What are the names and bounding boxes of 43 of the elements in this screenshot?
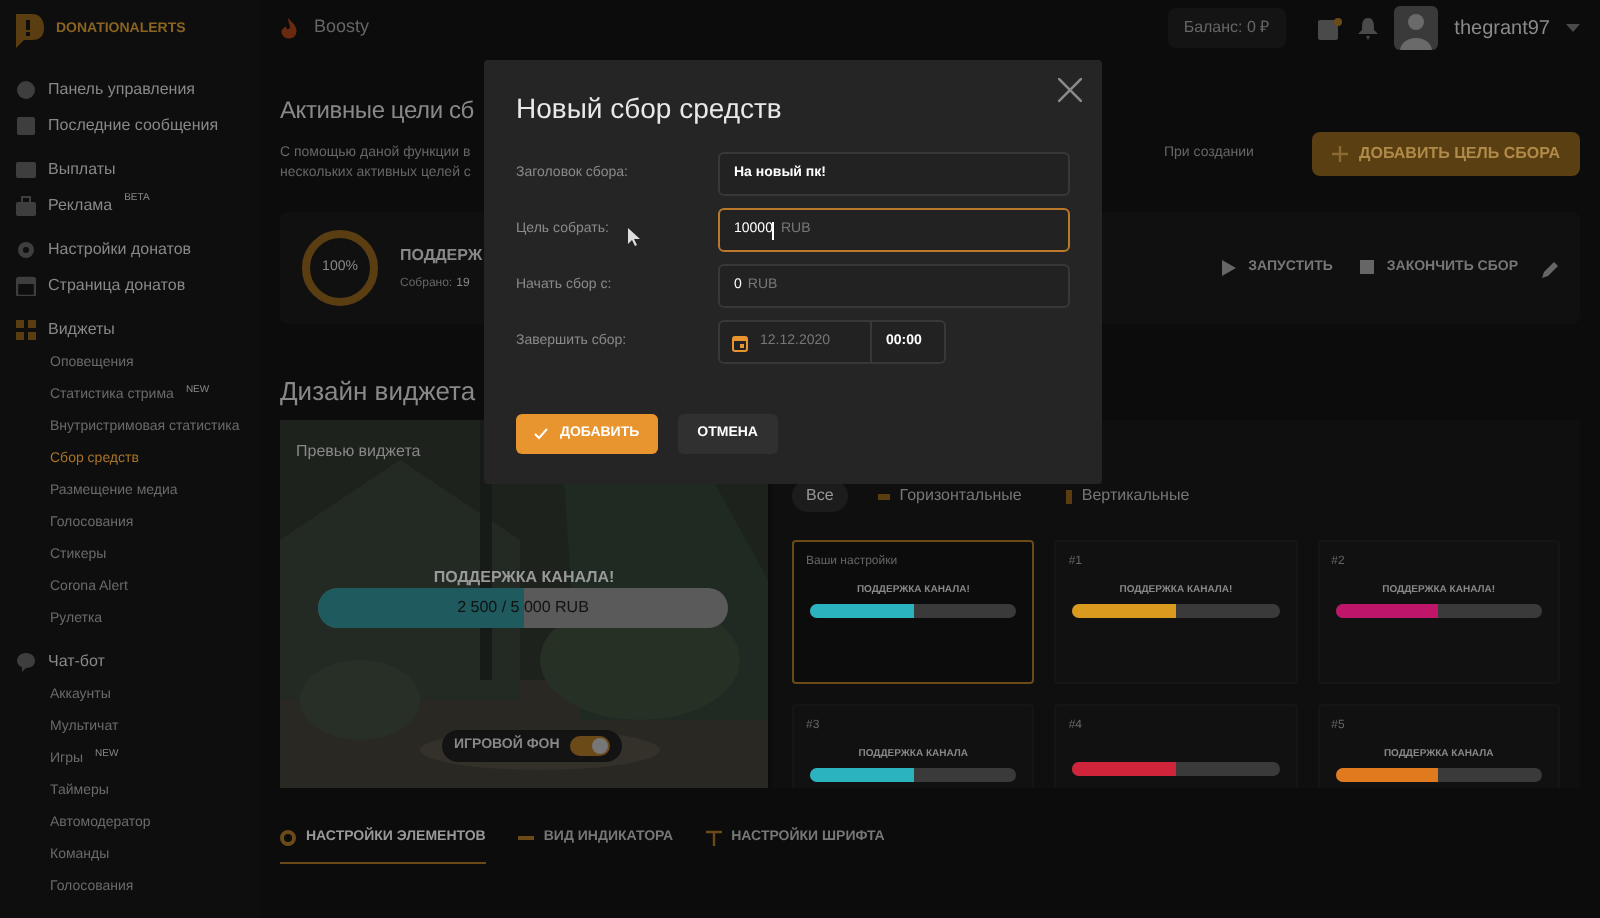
vertical-bar-icon [1065,489,1072,503]
dialog-title: Новый сбор средств [516,90,782,128]
close-icon[interactable] [1058,78,1082,102]
preview-label: Превью виджета [296,440,421,464]
add-goal-button[interactable]: ДОБАВИТЬ ЦЕЛЬ СБОРА [1311,132,1580,176]
preview-caption: ПОДДЕРЖКА КАНАЛА! [431,566,617,590]
filter-chip[interactable]: Вертикальные [1051,480,1204,512]
progress-text: 2 500 / 5 000 RUB [455,596,591,620]
play-icon [1222,260,1237,276]
horizontal-bar-icon [877,493,890,499]
flame-icon [280,17,298,39]
calendar-icon [16,276,36,296]
section-title: Дизайн виджета [280,374,478,408]
grid-icon [16,320,36,340]
sidebar-item[interactable]: Выплаты [16,152,260,188]
sidebar-item[interactable]: Страница донатов [16,268,260,304]
pencil-icon[interactable] [1542,259,1560,277]
mouse-cursor-icon [628,228,640,246]
sidebar-item[interactable]: Настройки донатов [16,232,260,268]
filter-chip[interactable]: Горизонтальные [863,480,1036,512]
check-icon [534,428,548,440]
sidebar-item[interactable]: Панель управления [16,72,260,108]
sidebar-item[interactable]: Чат-бот [16,644,260,680]
text-icon [705,830,722,847]
gear-icon [280,830,296,847]
username[interactable]: thegrant97 [1454,13,1550,43]
balance-badge: Баланс: 0 ₽ [1167,8,1287,48]
bell-icon[interactable] [1358,17,1379,39]
chat-bubble-icon [16,652,36,672]
stop-icon [1360,260,1375,276]
sidebar-item[interactable]: Виджеты [16,312,260,348]
avatar[interactable] [1394,6,1439,50]
page-title: Активные цели сб [280,94,476,128]
briefcase-icon [16,196,36,216]
plus-icon [1331,146,1348,162]
goal-title: ПОДДЕРЖ [400,243,485,267]
sidebar-item[interactable]: Последние сообщения [16,108,260,144]
logo-icon[interactable] [16,13,44,47]
boosty-link[interactable]: Boosty [314,14,370,42]
calendar-icon [732,333,748,351]
caret-icon[interactable] [1566,24,1580,32]
gear-icon [16,240,36,260]
progress-ring [300,228,380,308]
